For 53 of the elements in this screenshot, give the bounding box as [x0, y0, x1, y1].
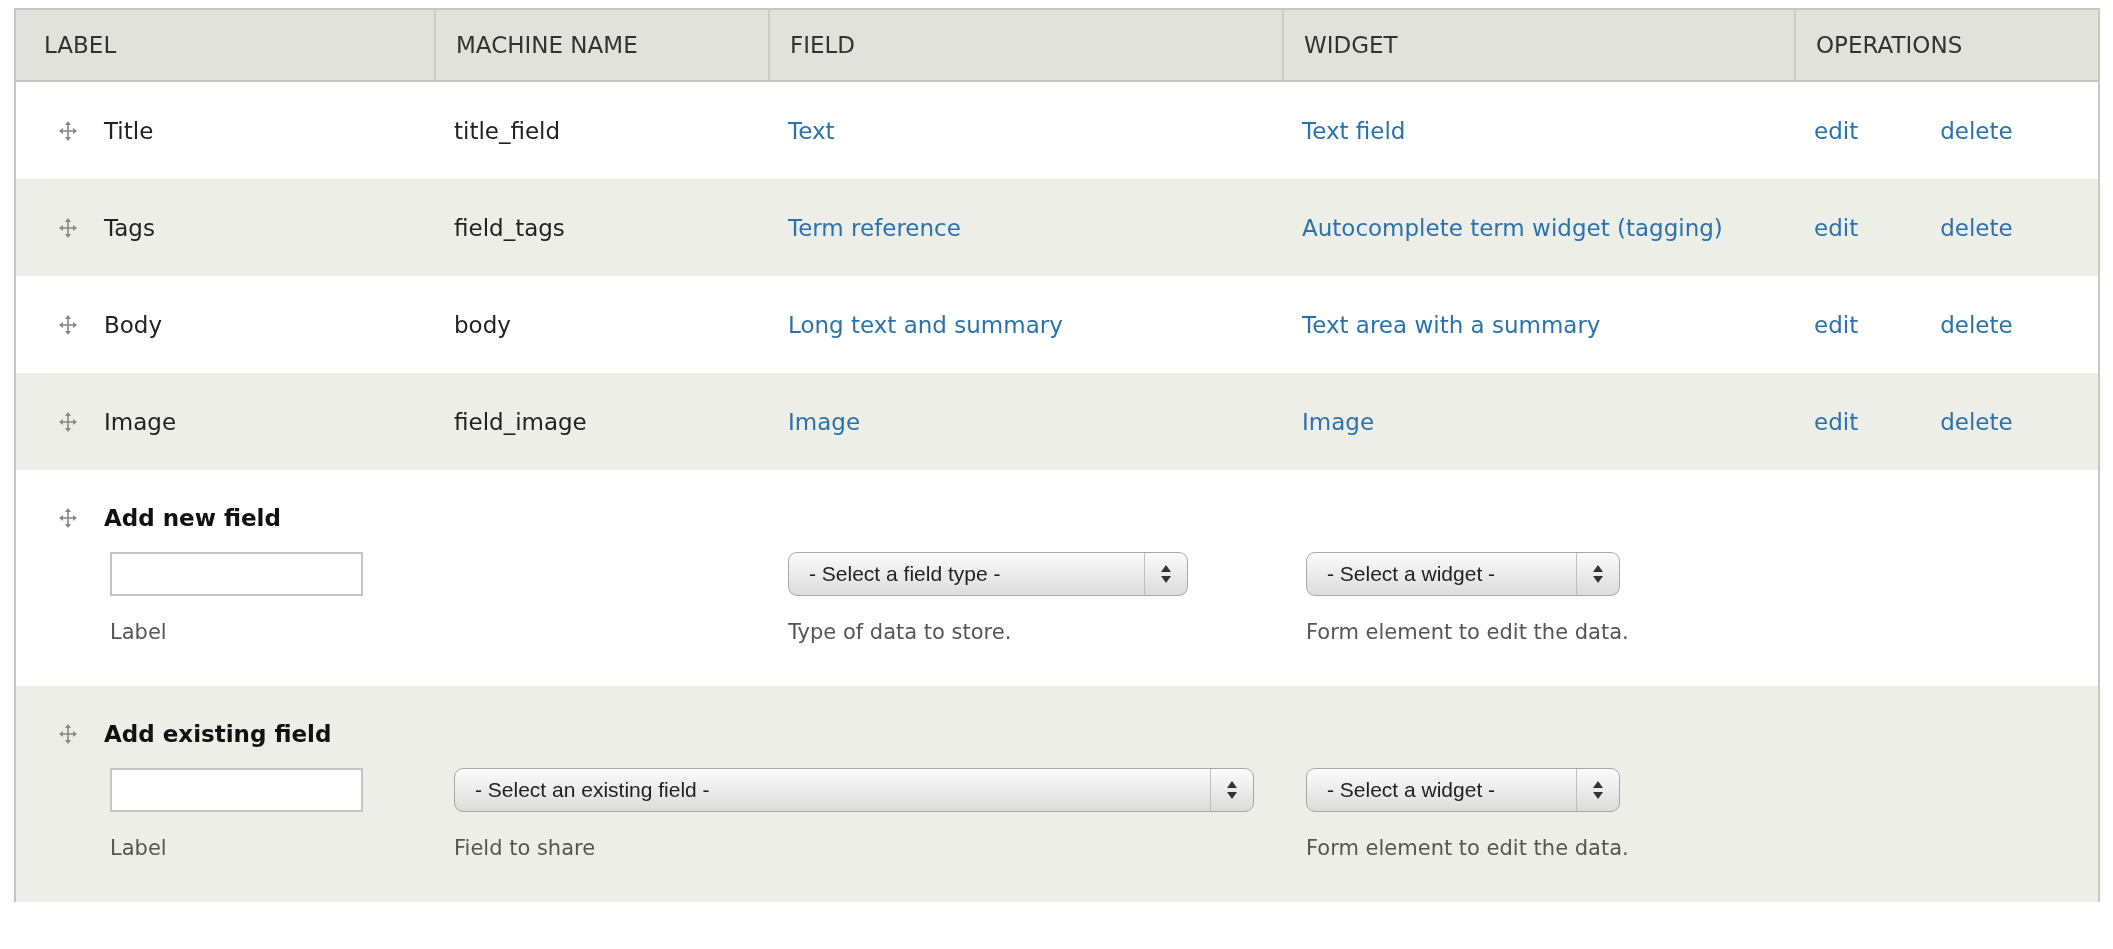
drag-handle-icon[interactable]	[58, 119, 78, 142]
column-header: MACHINE NAME	[434, 10, 768, 80]
widget-link[interactable]: Autocomplete term widget (tagging)	[1302, 204, 1723, 251]
edit-link[interactable]: edit	[1814, 301, 1859, 348]
drag-handle-icon[interactable]	[58, 410, 78, 433]
machine-name: field_image	[454, 407, 587, 437]
field-caption: Label	[110, 836, 167, 860]
field-label: Body	[104, 310, 163, 340]
column-header: LABEL	[43, 31, 118, 60]
field-caption: Form element to edit the data.	[1306, 620, 1629, 644]
delete-link[interactable]: delete	[1940, 107, 2013, 154]
delete-link[interactable]: delete	[1940, 204, 2013, 251]
field-type-link[interactable]: Long text and summary	[788, 301, 1063, 348]
machine-name: body	[454, 310, 511, 340]
up-down-arrows-icon	[1592, 564, 1604, 584]
delete-link[interactable]: delete	[1940, 301, 2013, 348]
label-input[interactable]	[110, 768, 363, 812]
delete-link[interactable]: delete	[1940, 398, 2013, 445]
up-down-arrows-icon	[1226, 780, 1238, 800]
field-type-link[interactable]: Term reference	[788, 204, 961, 251]
drag-handle-icon[interactable]	[58, 216, 78, 239]
field-caption: Label	[110, 620, 167, 644]
edit-link[interactable]: edit	[1814, 398, 1859, 445]
edit-link[interactable]: edit	[1814, 107, 1859, 154]
column-header: FIELD	[768, 10, 1282, 80]
field-caption: Form element to edit the data.	[1306, 836, 1629, 860]
field-caption: Type of data to store.	[788, 620, 1012, 644]
widget-select[interactable]: - Select a widget -	[1306, 552, 1620, 596]
field-label: Image	[104, 407, 177, 437]
column-header: OPERATIONS	[1794, 10, 2098, 80]
field-type-link[interactable]: Text	[788, 107, 835, 154]
machine-name: field_tags	[454, 213, 565, 243]
section-title: Add existing field	[104, 721, 332, 747]
widget-link[interactable]: Text field	[1302, 107, 1406, 154]
field-caption: Field to share	[454, 836, 596, 860]
section-title: Add new field	[104, 505, 281, 531]
drag-handle-icon[interactable]	[58, 313, 78, 336]
field-type-select[interactable]: - Select a field type -	[788, 552, 1188, 596]
field-label: Title	[104, 116, 154, 146]
column-header: WIDGET	[1282, 10, 1794, 80]
label-input[interactable]	[110, 552, 363, 596]
up-down-arrows-icon	[1592, 780, 1604, 800]
widget-select[interactable]: - Select a widget -	[1306, 768, 1620, 812]
existing-field-select[interactable]: - Select an existing field -	[454, 768, 1254, 812]
drag-handle-icon[interactable]	[58, 507, 78, 529]
widget-link[interactable]: Image	[1302, 398, 1375, 445]
field-label: Tags	[104, 213, 155, 243]
up-down-arrows-icon	[1160, 564, 1172, 584]
machine-name: title_field	[454, 116, 561, 146]
edit-link[interactable]: edit	[1814, 204, 1859, 251]
widget-link[interactable]: Text area with a summary	[1302, 301, 1601, 348]
field-type-link[interactable]: Image	[788, 398, 861, 445]
drag-handle-icon[interactable]	[58, 723, 78, 745]
